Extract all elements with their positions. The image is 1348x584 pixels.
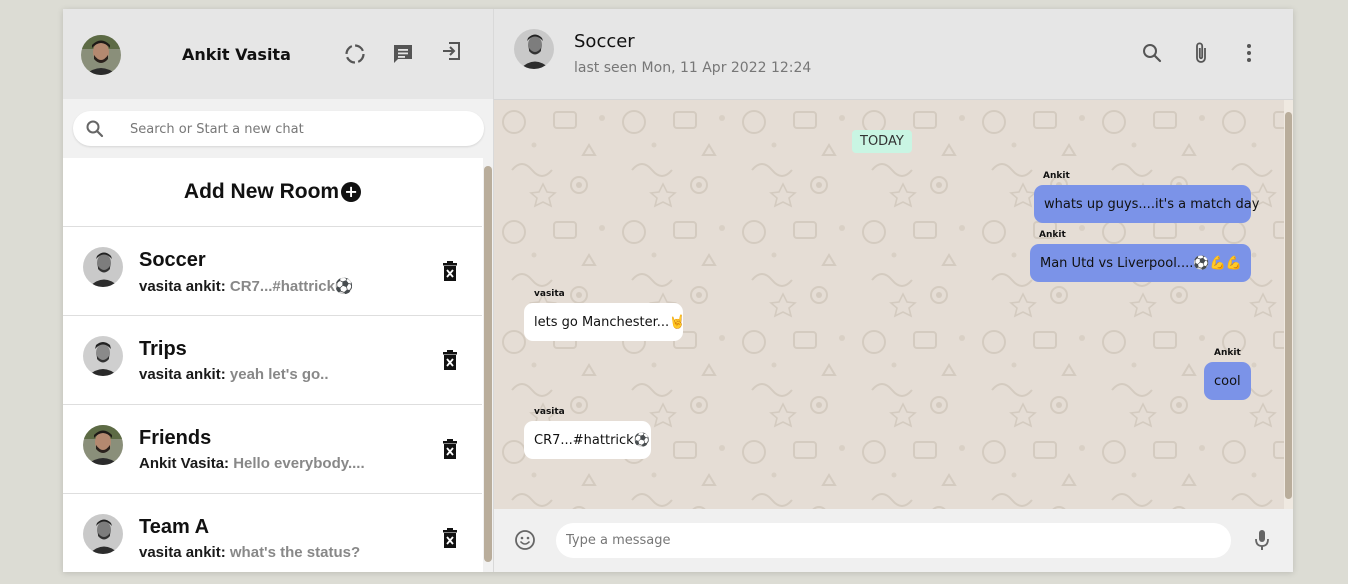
room-list: Add New Room + Soccer vasita ankit: CR7.… <box>63 158 482 572</box>
room-avatar <box>83 514 123 554</box>
delete-room-icon[interactable] <box>441 261 459 285</box>
room-last-sender: vasita ankit: <box>139 366 226 383</box>
room-item-soccer[interactable]: Soccer vasita ankit: CR7...#hattrick⚽ <box>63 227 482 316</box>
attach-icon[interactable] <box>1187 39 1215 67</box>
room-name: Friends <box>139 427 212 449</box>
chat-header: Soccer last seen Mon, 11 Apr 2022 12:24 <box>494 9 1293 100</box>
delete-room-icon[interactable] <box>441 528 459 552</box>
user-avatar[interactable] <box>81 35 121 75</box>
add-new-room-label: Add New Room <box>183 180 340 203</box>
message-sender: Ankit <box>1039 230 1066 240</box>
room-name: Trips <box>139 338 187 360</box>
microphone-icon[interactable] <box>1248 526 1276 554</box>
logout-icon[interactable] <box>437 37 465 65</box>
message-text: CR7...#hattrick⚽ <box>534 432 650 448</box>
message-input[interactable] <box>556 523 1231 558</box>
room-item-trips[interactable]: Trips vasita ankit: yeah let's go.. <box>63 316 482 405</box>
message-sender: Ankit <box>1043 171 1070 181</box>
search-input[interactable] <box>128 117 472 141</box>
search-icon <box>85 119 105 143</box>
message-sender: vasita <box>534 289 565 299</box>
room-avatar <box>83 425 123 465</box>
message-sender: vasita <box>534 407 565 417</box>
message-text: cool <box>1214 373 1241 389</box>
room-last-text: yeah let's go.. <box>229 366 329 383</box>
room-last-message: vasita ankit: what's the status? <box>139 544 360 561</box>
message-text: Man Utd vs Liverpool....⚽💪💪 <box>1040 255 1242 271</box>
chat-title: Soccer <box>574 31 635 52</box>
status-icon[interactable] <box>341 40 369 68</box>
room-name: Team A <box>139 516 210 538</box>
sidebar-header: Ankit Vasita <box>63 9 493 99</box>
add-new-room-button[interactable]: Add New Room + <box>63 158 482 227</box>
room-last-sender: Ankit Vasita: <box>139 455 230 472</box>
scrollbar-thumb[interactable] <box>1285 112 1292 499</box>
room-item-team-a[interactable]: Team A vasita ankit: what's the status? <box>63 494 482 572</box>
user-name: Ankit Vasita <box>182 45 291 64</box>
more-options-icon[interactable] <box>1235 39 1263 67</box>
search-icon[interactable] <box>1138 39 1166 67</box>
room-last-text: Hello everybody.... <box>233 455 365 472</box>
search-box <box>73 111 484 146</box>
room-list-scrollbar[interactable] <box>483 158 493 572</box>
scrollbar-thumb[interactable] <box>484 166 492 562</box>
room-last-message: Ankit Vasita: Hello everybody.... <box>139 455 365 472</box>
message-bubble: cool <box>1204 362 1251 400</box>
message-text: whats up guys....it's a match day <box>1044 196 1260 212</box>
room-avatar <box>83 247 123 287</box>
add-circle-icon: + <box>341 182 362 202</box>
room-item-friends[interactable]: Friends Ankit Vasita: Hello everybody...… <box>63 405 482 494</box>
message-bubble: Man Utd vs Liverpool....⚽💪💪 <box>1030 244 1251 282</box>
chat-panel: Soccer last seen Mon, 11 Apr 2022 12:24 <box>494 9 1293 572</box>
room-avatar <box>83 336 123 376</box>
app-window: Ankit Vasita Search or Start a new chat … <box>63 9 1293 572</box>
date-chip: TODAY <box>852 130 912 153</box>
room-last-message: vasita ankit: CR7...#hattrick⚽ <box>139 277 354 295</box>
chat-avatar[interactable] <box>514 29 554 69</box>
message-bubble: lets go Manchester...🤘 <box>524 303 686 341</box>
chat-last-seen: last seen Mon, 11 Apr 2022 12:24 <box>574 60 812 76</box>
sidebar: Ankit Vasita Search or Start a new chat … <box>63 9 494 572</box>
delete-room-icon[interactable] <box>441 439 459 463</box>
search-bar-container <box>63 99 493 158</box>
message-bubble: CR7...#hattrick⚽ <box>524 421 651 459</box>
room-last-sender: vasita ankit: <box>139 278 226 295</box>
room-last-sender: vasita ankit: <box>139 544 226 561</box>
chat-footer <box>494 509 1293 572</box>
message-bubble: whats up guys....it's a match day <box>1034 185 1259 223</box>
room-last-text: what's the status? <box>229 544 361 561</box>
room-last-message: vasita ankit: yeah let's go.. <box>139 366 329 383</box>
delete-room-icon[interactable] <box>441 350 459 374</box>
message-sender: Ankit <box>1214 348 1241 358</box>
room-name: Soccer <box>139 249 206 271</box>
room-last-text: CR7...#hattrick⚽ <box>229 278 354 295</box>
emoji-icon[interactable] <box>511 526 539 554</box>
chat-scrollbar[interactable] <box>1284 100 1293 509</box>
new-chat-icon[interactable] <box>389 40 417 68</box>
message-text: lets go Manchester...🤘 <box>534 314 686 330</box>
